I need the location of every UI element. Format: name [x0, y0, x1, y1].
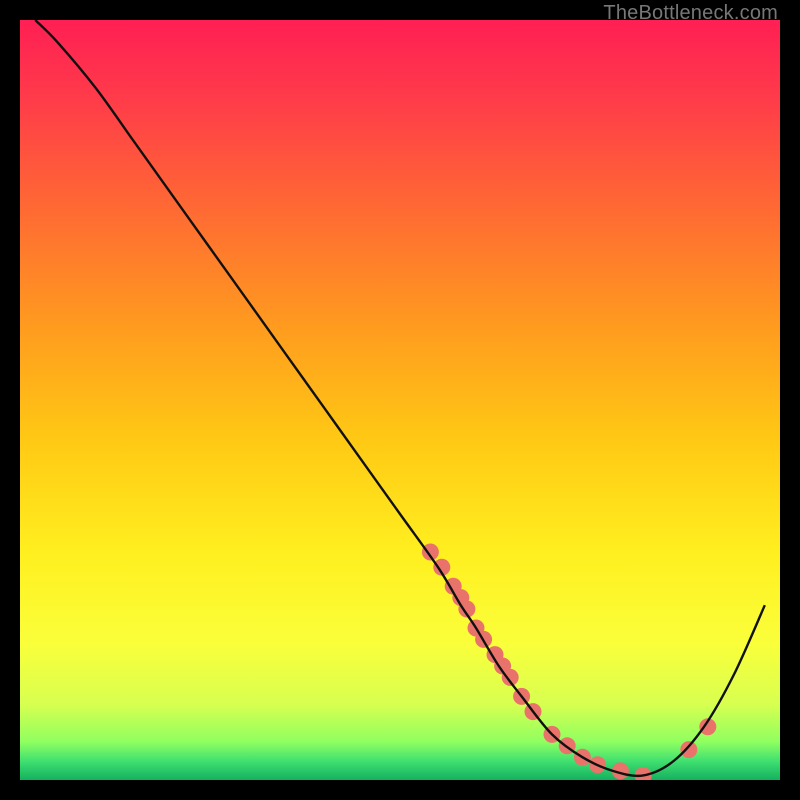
- gradient-background: [20, 20, 780, 780]
- chart-canvas: [20, 20, 780, 780]
- data-point: [680, 741, 697, 758]
- chart-frame: [20, 20, 780, 780]
- watermark-text: TheBottleneck.com: [603, 2, 778, 25]
